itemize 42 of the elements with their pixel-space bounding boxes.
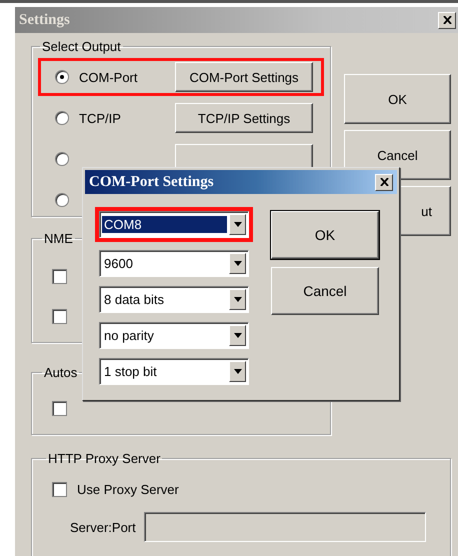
checkbox-label: Use Proxy Server <box>77 482 179 496</box>
ok-button[interactable]: OK <box>271 211 379 259</box>
dropdown[interactable]: 9600 <box>99 250 249 277</box>
group-label: HTTP Proxy Server <box>47 451 162 466</box>
dropdown-arrow-button[interactable] <box>229 214 246 235</box>
checkbox[interactable] <box>52 400 67 416</box>
group-label: Autos <box>43 365 78 380</box>
dropdown-arrow-button[interactable] <box>229 325 246 346</box>
group-label: NME <box>43 231 74 246</box>
close-icon <box>380 178 388 186</box>
dialog-title: COM-Port Settings <box>89 174 214 190</box>
settings-button[interactable]: COM-Port Settings <box>175 62 313 92</box>
dropdown[interactable]: COM8 <box>99 211 249 238</box>
checkbox[interactable] <box>52 482 67 496</box>
dropdown-arrow-button[interactable] <box>229 361 246 382</box>
caret-icon <box>234 369 242 374</box>
group-label: Select Output <box>41 39 122 54</box>
dropdown-arrow-button[interactable] <box>229 253 246 274</box>
checkbox[interactable] <box>52 268 67 284</box>
dropdown-arrow-button[interactable] <box>229 289 246 310</box>
caret-icon <box>234 261 242 266</box>
ok-button[interactable]: OK <box>344 74 451 124</box>
settings-button[interactable]: TCP/IP Settings <box>175 103 313 133</box>
close-button[interactable] <box>438 12 456 28</box>
cancel-button[interactable]: Cancel <box>271 267 379 315</box>
field-label: Server:Port <box>70 520 136 534</box>
radio-button[interactable] <box>55 152 69 166</box>
radio-label: TCP/IP <box>79 110 122 126</box>
caret-icon <box>234 222 242 227</box>
checkbox[interactable] <box>52 308 67 324</box>
caret-icon <box>234 333 242 338</box>
radio-button[interactable] <box>55 111 69 125</box>
dropdown[interactable]: 1 stop bit <box>99 358 249 385</box>
radio-button[interactable] <box>55 70 69 84</box>
radio-button[interactable] <box>55 193 69 207</box>
dropdown[interactable]: 8 data bits <box>99 286 249 313</box>
dropdown[interactable]: no parity <box>99 322 249 349</box>
window-title: Settings <box>19 12 70 28</box>
close-button[interactable] <box>375 174 393 190</box>
close-icon <box>442 16 452 24</box>
radio-label: COM-Port <box>79 70 138 84</box>
caret-icon <box>234 297 242 302</box>
